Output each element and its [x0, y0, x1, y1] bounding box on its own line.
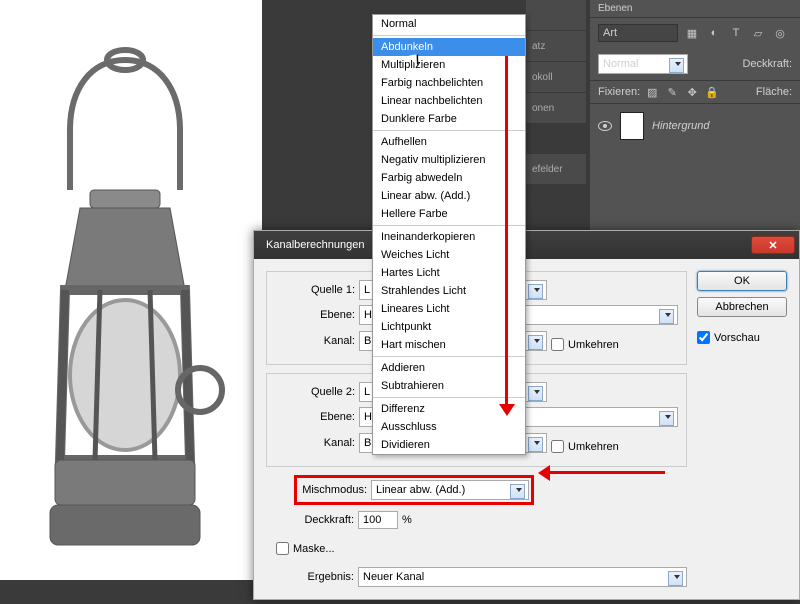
menu-item[interactable]: Multiplizieren — [373, 56, 525, 74]
smart-filter-icon[interactable]: ◎ — [772, 25, 788, 41]
source2-label: Quelle 2: — [267, 386, 355, 398]
ok-button[interactable]: OK — [697, 271, 787, 291]
side-tab[interactable]: onen — [526, 93, 586, 124]
mask-checkbox[interactable]: Maske... — [276, 542, 335, 555]
result-select[interactable]: Neuer Kanal — [358, 567, 687, 587]
layer-name: Hintergrund — [652, 120, 709, 132]
menu-item[interactable]: Aufhellen — [373, 133, 525, 151]
mischmodus-label: Mischmodus: — [299, 484, 367, 496]
menu-separator — [373, 35, 525, 36]
panel-title: Ebenen — [590, 0, 800, 18]
image-filter-icon[interactable]: ▦ — [684, 25, 700, 41]
invert2-checkbox[interactable]: Umkehren — [551, 440, 619, 453]
lock-move-icon[interactable]: ✥ — [684, 84, 700, 100]
blend-mode-menu: Normal AbdunkelnMultiplizierenFarbig nach… — [372, 14, 526, 455]
menu-item[interactable]: Dividieren — [373, 436, 525, 454]
menu-item[interactable]: Weiches Licht — [373, 246, 525, 264]
shape-filter-icon[interactable]: ▱ — [750, 25, 766, 41]
side-tab[interactable]: efelder — [526, 154, 586, 185]
menu-item[interactable]: Abdunkeln — [373, 38, 525, 56]
invert1-checkbox[interactable]: Umkehren — [551, 338, 619, 351]
close-button[interactable]: ✕ — [751, 236, 795, 254]
menu-item[interactable]: Hellere Farbe — [373, 205, 525, 223]
menu-item[interactable]: Hartes Licht — [373, 264, 525, 282]
menu-item[interactable]: Subtrahieren — [373, 377, 525, 395]
cancel-button[interactable]: Abbrechen — [697, 297, 787, 317]
side-tab[interactable] — [526, 0, 586, 31]
title-bar[interactable]: Kanalberechnungen ✕ — [254, 231, 799, 259]
percent-label: % — [402, 514, 412, 526]
menu-item[interactable]: Hart mischen — [373, 336, 525, 354]
menu-separator — [373, 130, 525, 131]
source1-label: Quelle 1: — [267, 284, 355, 296]
opacity-input[interactable] — [358, 511, 398, 529]
menu-item[interactable]: Farbig nachbelichten — [373, 74, 525, 92]
opacity-label: Deckkraft: — [266, 514, 354, 526]
menu-item[interactable]: Linear nachbelichten — [373, 92, 525, 110]
mischmodus-select[interactable]: Linear abw. (Add.) — [371, 480, 529, 500]
kanal2-label: Kanal: — [267, 437, 355, 449]
menu-separator — [373, 356, 525, 357]
lock-label: Fixieren: — [598, 86, 640, 98]
type-filter-icon[interactable]: T — [728, 25, 744, 41]
layers-panel: Ebenen ▦ ◐ T ▱ ◎ Normal Deckkraft: Fixie… — [590, 0, 800, 230]
menu-item[interactable]: Farbig abwedeln — [373, 169, 525, 187]
menu-item[interactable]: Linear abw. (Add.) — [373, 187, 525, 205]
lantern-image — [10, 30, 240, 570]
side-tabs: atz okoll onen efelder — [526, 0, 586, 185]
preview-checkbox[interactable]: Vorschau — [697, 331, 787, 344]
kanal1-label: Kanal: — [267, 335, 355, 347]
lock-all-icon[interactable]: 🔒 — [704, 84, 720, 100]
menu-item[interactable]: Lineares Licht — [373, 300, 525, 318]
document-canvas — [0, 0, 262, 580]
menu-item[interactable]: Negativ multiplizieren — [373, 151, 525, 169]
layer-filter-input[interactable] — [598, 24, 678, 42]
blend-mode-select[interactable]: Normal — [598, 54, 688, 74]
result-label: Ergebnis: — [266, 571, 354, 583]
annotation-arrow-left — [550, 471, 665, 474]
opacity-label: Deckkraft: — [742, 58, 792, 70]
lock-pixels-icon[interactable]: ▨ — [644, 84, 660, 100]
menu-item[interactable]: Strahlendes Licht — [373, 282, 525, 300]
menu-separator — [373, 397, 525, 398]
ebene1-label: Ebene: — [267, 309, 355, 321]
dialog-title: Kanalberechnungen — [258, 239, 372, 251]
calculations-dialog: Kanalberechnungen ✕ Quelle 1:L Ebene:Hi … — [253, 230, 800, 600]
side-tab[interactable]: okoll — [526, 62, 586, 93]
menu-separator — [373, 225, 525, 226]
menu-item[interactable]: Lichtpunkt — [373, 318, 525, 336]
layer-thumbnail — [620, 112, 644, 140]
ebene2-label: Ebene: — [267, 411, 355, 423]
menu-item[interactable]: Dunklere Farbe — [373, 110, 525, 128]
layer-row[interactable]: Hintergrund — [590, 104, 800, 148]
fill-label: Fläche: — [756, 86, 792, 98]
lock-paint-icon[interactable]: ✎ — [664, 84, 680, 100]
adjust-filter-icon[interactable]: ◐ — [706, 25, 722, 41]
menu-item[interactable]: Addieren — [373, 359, 525, 377]
menu-item[interactable]: Ausschluss — [373, 418, 525, 436]
visibility-icon[interactable] — [598, 121, 612, 131]
menu-item[interactable]: Normal — [373, 15, 525, 33]
menu-item[interactable]: Ineinanderkopieren — [373, 228, 525, 246]
annotation-arrow-down — [505, 56, 508, 406]
side-tab[interactable]: atz — [526, 31, 586, 62]
